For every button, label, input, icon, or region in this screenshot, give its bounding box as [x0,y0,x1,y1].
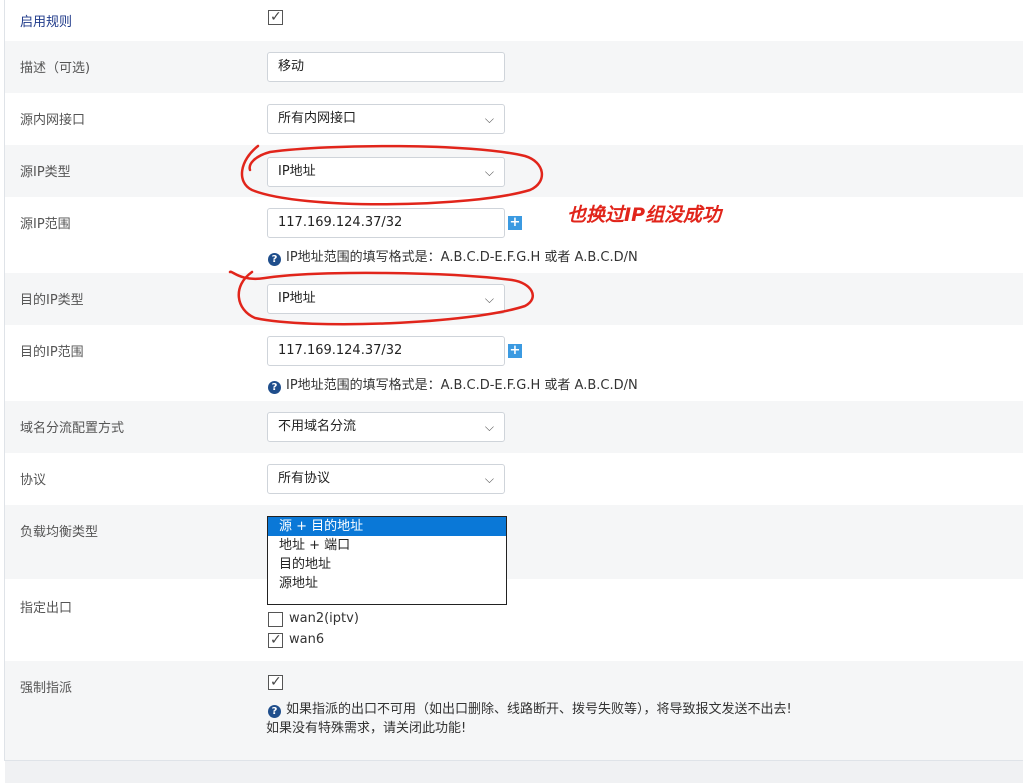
check-icon: ✓ [270,9,282,25]
chevron-down-icon: ⌵ [484,292,494,306]
destination-ip-range-label: 目的IP范围 [20,345,84,360]
chevron-down-icon: ⌵ [484,165,494,179]
row-force-assign: 强制指派 ✓ ? 如果指派的出口不可用（如出口删除、线路断开、拨号失败等），将导致… [5,661,1023,760]
load-balance-option[interactable]: 源地址 [268,574,506,593]
row-source-ip-type: 源IP类型 IP地址 ⌵ [5,145,1023,197]
load-balance-type-listbox[interactable]: 源 + 目的地址 地址 + 端口 目的地址 源地址 [267,516,507,605]
force-assign-hint-2: 如果没有特殊需求，请关闭此功能! [266,721,467,736]
egress-wan6-label: wan6 [289,632,325,647]
egress-label: 指定出口 [20,601,73,616]
source-ip-range-hint: ? IP地址范围的填写格式是：A.B.C.D-E.F.G.H 或者 A.B.C.D… [268,246,638,266]
domain-mode-label: 域名分流配置方式 [20,421,125,436]
source-ip-range-label: 源IP范围 [20,217,71,232]
plus-icon[interactable]: + [508,216,522,230]
load-balance-option[interactable]: 目的地址 [268,555,506,574]
row-source-interface: 源内网接口 所有内网接口 ⌵ [5,93,1023,145]
row-destination-ip-type: 目的IP类型 IP地址 ⌵ [5,273,1023,325]
source-ip-range-hint-text: IP地址范围的填写格式是：A.B.C.D-E.F.G.H 或者 A.B.C.D/… [286,250,638,265]
row-load-balance-type: 负载均衡类型 [5,505,1023,579]
check-icon: ✓ [270,674,282,690]
source-ip-type-select[interactable]: IP地址 ⌵ [267,157,505,187]
annotation-text: 也换过IP组没成功 [567,204,721,226]
description-label: 描述（可选) [20,61,91,76]
force-assign-label: 强制指派 [20,681,73,696]
source-ip-range-input[interactable]: 117.169.124.37/32 [267,208,505,238]
domain-mode-value: 不用域名分流 [278,419,357,434]
chevron-down-icon: ⌵ [484,420,494,434]
source-ip-type-value: IP地址 [278,164,316,179]
egress-wan6-checkbox[interactable]: ✓ [268,632,283,648]
chevron-down-icon: ⌵ [484,472,494,486]
egress-wan2-checkbox[interactable] [268,612,283,627]
destination-ip-range-input[interactable]: 117.169.124.37/32 [267,336,505,366]
question-circle-icon: ? [268,381,281,394]
protocol-select[interactable]: 所有协议 ⌵ [267,464,505,494]
source-interface-value: 所有内网接口 [278,111,357,126]
load-balance-option[interactable]: 源 + 目的地址 [268,517,506,536]
enable-rule-label: 启用规则 [20,15,73,30]
row-description: 描述（可选) 移动 [5,41,1023,93]
row-enable-rule: 启用规则 ✓ [5,0,1023,41]
force-assign-hint-text: 如果指派的出口不可用（如出口删除、线路断开、拨号失败等），将导致报文发送不出去! [286,702,792,717]
enable-rule-checkbox[interactable]: ✓ [268,9,283,25]
destination-ip-type-label: 目的IP类型 [20,293,84,308]
source-interface-label: 源内网接口 [20,113,86,128]
chevron-down-icon: ⌵ [484,112,494,126]
load-balance-type-label: 负载均衡类型 [20,525,99,540]
force-assign-hint: ? 如果指派的出口不可用（如出口删除、线路断开、拨号失败等），将导致报文发送不出去… [268,698,792,718]
destination-ip-range-hint-text: IP地址范围的填写格式是：A.B.C.D-E.F.G.H 或者 A.B.C.D/… [286,378,638,393]
destination-ip-range-hint: ? IP地址范围的填写格式是：A.B.C.D-E.F.G.H 或者 A.B.C.D… [268,374,638,394]
source-interface-select[interactable]: 所有内网接口 ⌵ [267,104,505,134]
row-destination-ip-range: 目的IP范围 117.169.124.37/32 + ? IP地址范围的填写格式是… [5,325,1023,401]
protocol-label: 协议 [20,473,47,488]
check-icon: ✓ [270,632,282,648]
row-protocol: 协议 所有协议 ⌵ [5,453,1023,505]
force-assign-checkbox[interactable]: ✓ [268,674,283,690]
load-balance-option[interactable]: 地址 + 端口 [268,536,506,555]
destination-ip-type-value: IP地址 [278,291,316,306]
source-ip-type-label: 源IP类型 [20,165,71,180]
row-egress: 指定出口 wan2(iptv) ✓ wan6 [5,579,1023,661]
description-input[interactable]: 移动 [267,52,505,82]
row-source-ip-range: 源IP范围 117.169.124.37/32 + ? IP地址范围的填写格式是：… [5,197,1023,273]
egress-wan2-label: wan2(iptv) [289,611,359,626]
footer-band [5,761,1023,783]
plus-icon[interactable]: + [508,344,522,358]
row-domain-mode: 域名分流配置方式 不用域名分流 ⌵ [5,401,1023,453]
domain-mode-select[interactable]: 不用域名分流 ⌵ [267,412,505,442]
destination-ip-type-select[interactable]: IP地址 ⌵ [267,284,505,314]
question-circle-icon: ? [268,253,281,266]
protocol-value: 所有协议 [278,471,331,486]
